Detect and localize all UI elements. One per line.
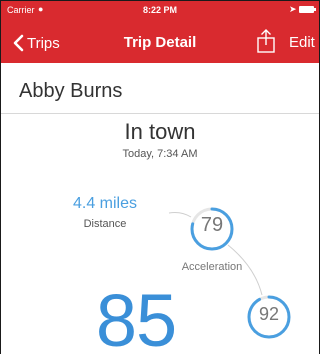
acceleration-label: Acceleration xyxy=(181,261,243,273)
phone-screen: Carrier ● 8:22 PM ➤ Trips Trip Detail Ed… xyxy=(1,1,319,354)
acceleration-score: 79 xyxy=(200,214,224,236)
overall-score: 85 xyxy=(95,279,177,354)
second-metric-score: 92 xyxy=(258,304,280,324)
